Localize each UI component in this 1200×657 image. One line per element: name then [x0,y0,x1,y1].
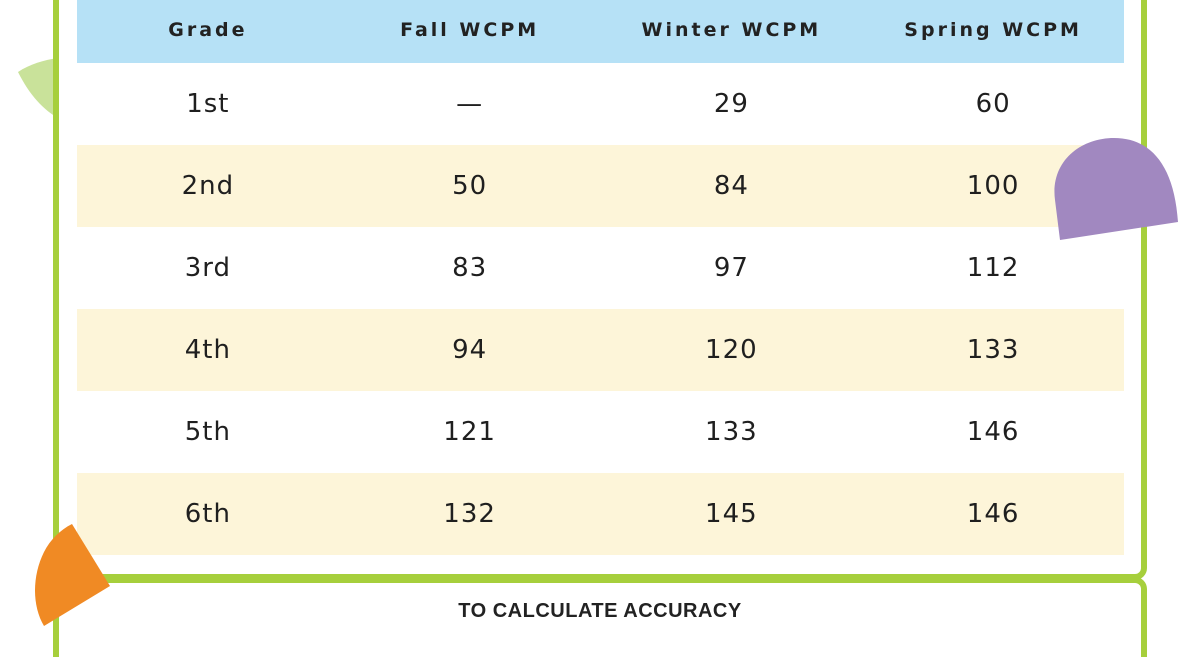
spring-cell: 146 [862,473,1124,555]
table-header-row: Grade Fall WCPM Winter WCPM Spring WCPM [77,0,1124,63]
grade-cell: 3rd [77,227,339,309]
header-winter-wcpm: Winter WCPM [600,0,863,63]
spring-cell: 60 [862,63,1124,145]
winter-cell: 120 [600,309,863,391]
grade-cell: 4th [77,309,339,391]
fall-cell: 50 [338,145,601,227]
purple-semicircle-decoration [1054,138,1178,240]
table-row: 4th 94 120 133 [77,309,1124,391]
header-spring-wcpm: Spring WCPM [862,0,1124,63]
table-row: 5th 121 133 146 [77,391,1124,473]
grade-cell: 6th [77,473,339,555]
winter-cell: 84 [600,145,863,227]
wcpm-norms-table: Grade Fall WCPM Winter WCPM Spring WCPM … [77,0,1124,555]
fall-cell: 83 [338,227,601,309]
grade-cell: 2nd [77,145,339,227]
winter-cell: 97 [600,227,863,309]
spring-cell: 133 [862,309,1124,391]
spring-cell: 146 [862,391,1124,473]
accuracy-heading: TO CALCULATE ACCURACY [458,600,742,622]
fall-cell: — [338,63,601,145]
table-row: 3rd 83 97 112 [77,227,1124,309]
winter-cell: 29 [600,63,863,145]
header-grade: Grade [77,0,339,63]
table-row: 2nd 50 84 100 [77,145,1124,227]
fall-cell: 132 [338,473,601,555]
table-row: 1st — 29 60 [77,63,1124,145]
fall-cell: 121 [338,391,601,473]
table-row: 6th 132 145 146 [77,473,1124,555]
winter-cell: 145 [600,473,863,555]
grade-cell: 1st [77,63,339,145]
fall-cell: 94 [338,309,601,391]
header-fall-wcpm: Fall WCPM [338,0,601,63]
winter-cell: 133 [600,391,863,473]
grade-cell: 5th [77,391,339,473]
